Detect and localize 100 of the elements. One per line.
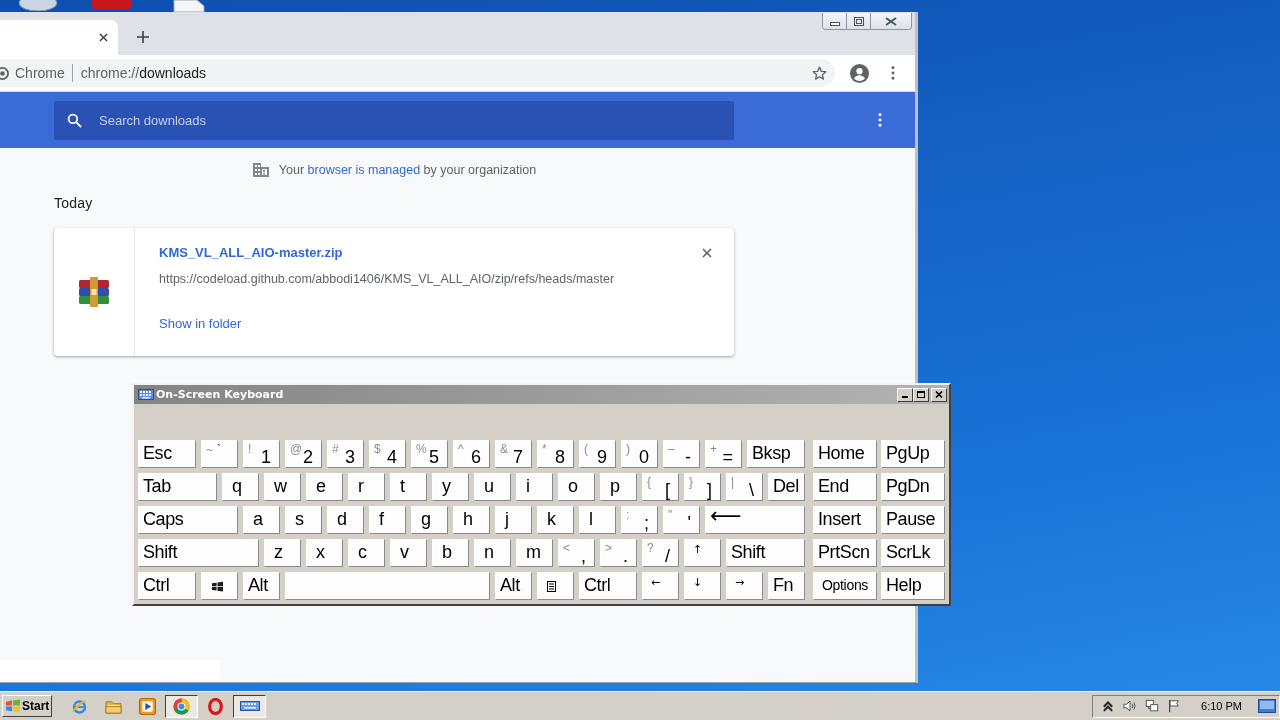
keyboard-key[interactable]: " ' — [663, 506, 700, 534]
keyboard-key[interactable]: Del — [768, 473, 805, 501]
clock[interactable]: 6:10 PM — [1201, 700, 1242, 712]
keyboard-key[interactable]: Tab — [138, 473, 217, 501]
keyboard-key[interactable]: d — [327, 506, 364, 534]
keyboard-key[interactable]: e — [306, 473, 343, 501]
keyboard-key[interactable]: z — [264, 539, 301, 567]
keyboard-key[interactable]: Caps — [138, 506, 238, 534]
menu-dots-icon[interactable] — [891, 66, 895, 80]
managed-link[interactable]: browser is managed — [307, 163, 421, 177]
keyboard-key[interactable]: h — [453, 506, 490, 534]
keyboard-key[interactable]: + = — [705, 440, 742, 468]
start-button[interactable]: Start — [2, 695, 52, 717]
keyboard-key[interactable]: Fn — [768, 572, 805, 600]
keyboard-key[interactable]: l — [579, 506, 616, 534]
profile-icon[interactable] — [850, 63, 869, 83]
search-field[interactable]: Search downloads — [54, 100, 734, 140]
keyboard-key[interactable] — [537, 572, 574, 600]
maximize-button[interactable] — [913, 387, 929, 402]
keyboard-key[interactable]: @2 — [285, 440, 322, 468]
keyboard-key[interactable]: %5 — [411, 440, 448, 468]
keyboard-key[interactable]: Esc — [138, 440, 196, 468]
keyboard-key[interactable]: a — [243, 506, 280, 534]
keyboard-key[interactable]: ! 1 — [243, 440, 280, 468]
keyboard-key[interactable]: → — [726, 572, 763, 600]
keyboard-key[interactable]: Alt — [495, 572, 532, 600]
keyboard-key[interactable]: i — [516, 473, 553, 501]
keyboard-key[interactable] — [201, 572, 238, 600]
keyboard-key[interactable]: Alt — [243, 572, 280, 600]
keyboard-key[interactable]: Bksp — [747, 440, 805, 468]
keyboard-key[interactable]: ↑ — [684, 539, 721, 567]
keyboard-key[interactable]: } ] — [684, 473, 721, 501]
keyboard-key[interactable]: * 8 — [537, 440, 574, 468]
keyboard-key[interactable]: ) 0 — [621, 440, 658, 468]
keyboard-key[interactable]: o — [558, 473, 595, 501]
keyboard-key[interactable]: : ; — [621, 506, 658, 534]
keyboard-key[interactable]: Ctrl — [138, 572, 196, 600]
keyboard-key[interactable]: Options — [813, 572, 877, 600]
keyboard-key[interactable]: y — [432, 473, 469, 501]
space-bar[interactable] — [285, 572, 490, 600]
keyboard-key[interactable]: q — [222, 473, 259, 501]
keyboard-key[interactable]: Ctrl — [579, 572, 637, 600]
keyboard-key[interactable]: ScrLk — [881, 539, 945, 567]
network-icon[interactable] — [1145, 699, 1160, 713]
keyboard-key[interactable]: b — [432, 539, 469, 567]
close-button[interactable] — [931, 387, 947, 402]
taskbar-button[interactable] — [233, 694, 266, 718]
keyboard-key[interactable]: Pause — [881, 506, 945, 534]
keyboard-key[interactable]: End — [813, 473, 877, 501]
keyboard-key[interactable]: ^ 6 — [453, 440, 490, 468]
keyboard-key[interactable]: ← — [642, 572, 679, 600]
close-icon[interactable] — [99, 33, 108, 42]
keyboard-key[interactable]: r — [348, 473, 385, 501]
flag-icon[interactable] — [1167, 699, 1182, 713]
keyboard-key[interactable]: ? / — [642, 539, 679, 567]
file-name-link[interactable]: KMS_VL_ALL_AIO-master.zip — [159, 245, 343, 260]
address-bar[interactable]: Chrome chrome://downloads — [0, 59, 835, 87]
menu-dots-icon[interactable] — [878, 113, 882, 127]
tile-icon[interactable] — [91, 0, 133, 10]
keyboard-key[interactable]: – - — [663, 440, 700, 468]
keyboard-key[interactable]: j — [495, 506, 532, 534]
keyboard-key[interactable]: p — [600, 473, 637, 501]
keyboard-key[interactable]: ↓ — [684, 572, 721, 600]
keyboard-key[interactable]: Insert — [813, 506, 877, 534]
keyboard-key[interactable]: Home — [813, 440, 877, 468]
keyboard-key[interactable]: Shift — [726, 539, 805, 567]
keyboard-key[interactable]: Shift — [138, 539, 259, 567]
keyboard-key[interactable]: ( 9 — [579, 440, 616, 468]
keyboard-key[interactable]: g — [411, 506, 448, 534]
keyboard-key[interactable]: s — [285, 506, 322, 534]
keyboard-key[interactable]: t — [390, 473, 427, 501]
keyboard-key[interactable]: # 3 — [327, 440, 364, 468]
keyboard-key[interactable]: PrtScn — [813, 539, 877, 567]
close-icon[interactable] — [702, 247, 712, 258]
keyboard-key[interactable]: ~ ` — [201, 440, 238, 468]
keyboard-key[interactable]: PgDn — [881, 473, 945, 501]
keyboard-key[interactable]: k — [537, 506, 574, 534]
keyboard-key[interactable]: ⟵ — [705, 506, 805, 534]
minimize-button[interactable] — [823, 13, 847, 29]
keyboard-key[interactable]: $ 4 — [369, 440, 406, 468]
keyboard-key[interactable]: { [ — [642, 473, 679, 501]
keyboard-key[interactable]: x — [306, 539, 343, 567]
keyboard-key[interactable]: v — [390, 539, 427, 567]
keyboard-key[interactable]: | \ — [726, 473, 763, 501]
chevron-up-icon[interactable] — [1101, 699, 1116, 713]
keyboard-key[interactable]: c — [348, 539, 385, 567]
keyboard-key[interactable]: u — [474, 473, 511, 501]
keyboard-key[interactable]: Help — [881, 572, 945, 600]
restore-button[interactable] — [847, 13, 871, 29]
keyboard-key[interactable]: PgUp — [881, 440, 945, 468]
keyboard-key[interactable]: m — [516, 539, 553, 567]
plus-icon[interactable] — [137, 31, 149, 43]
show-in-folder-link[interactable]: Show in folder — [159, 316, 242, 331]
screen-icon[interactable] — [1258, 699, 1276, 713]
taskbar-button[interactable] — [165, 694, 198, 718]
keyboard-key[interactable]: < , — [558, 539, 595, 567]
keyboard-key[interactable]: > . — [600, 539, 637, 567]
star-icon[interactable] — [811, 64, 828, 82]
keyboard-key[interactable]: n — [474, 539, 511, 567]
keyboard-key[interactable]: f — [369, 506, 406, 534]
